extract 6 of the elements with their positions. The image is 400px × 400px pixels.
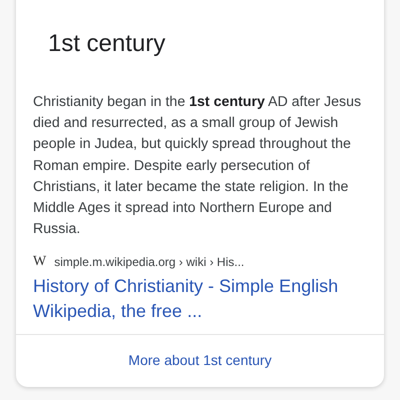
source-url: simple.m.wikipedia.org › wiki › His... <box>54 255 244 270</box>
more-link[interactable]: More about 1st century <box>128 352 272 368</box>
wikipedia-icon: W <box>33 254 46 270</box>
result-link[interactable]: History of Christianity - Simple English Wikipedia, the free ... <box>16 270 384 324</box>
card-title: 1st century <box>47 29 166 59</box>
snippet-text: Christianity began in the 1st century AD after Jesus died and resurrected, as a small group of Jewish people in Judea, but quickly spread throughout the Roman empire. Despite early persecution of Christians, it later became the state religion. In the Middle Ages it spread into Northern Europe and Russia. <box>32 93 362 240</box>
